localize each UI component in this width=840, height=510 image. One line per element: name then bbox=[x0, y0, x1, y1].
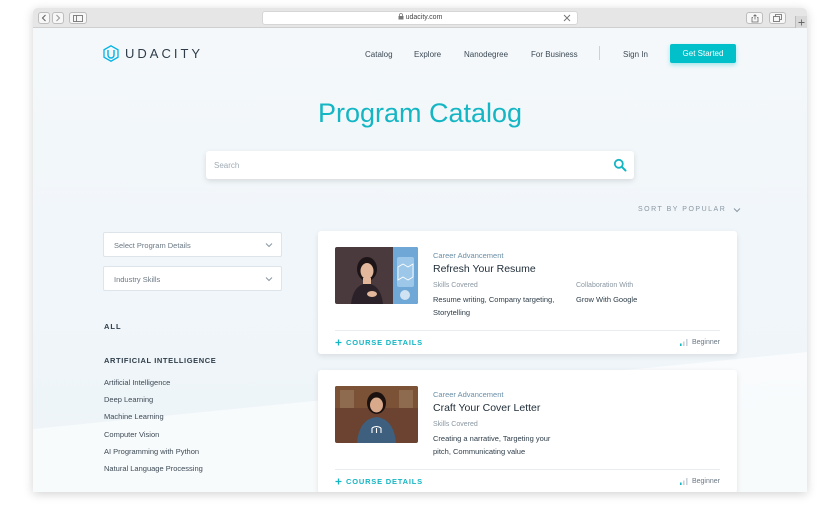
category-item[interactable]: Natural Language Processing bbox=[104, 464, 203, 481]
card-divider bbox=[335, 330, 720, 331]
collaboration-label: Collaboration With bbox=[576, 282, 634, 289]
level-label: Beginner bbox=[691, 478, 720, 485]
nav-explore[interactable]: Explore bbox=[414, 50, 441, 59]
course-details-button[interactable]: COURSE DETAILS bbox=[335, 338, 423, 347]
browser-window: udacity.com UDACITY Catalog Explore Nano… bbox=[33, 8, 807, 492]
back-button[interactable] bbox=[38, 12, 50, 24]
skills-label: Skills Covered bbox=[433, 282, 478, 289]
skills-line: Resume writing, Company targeting, bbox=[433, 295, 555, 304]
browser-titlebar: udacity.com bbox=[33, 8, 807, 28]
url-label: udacity.com bbox=[405, 14, 443, 21]
course-category: Career Advancement bbox=[433, 390, 504, 399]
category-item[interactable]: Computer Vision bbox=[104, 430, 203, 447]
tabs-button[interactable] bbox=[769, 12, 786, 24]
get-started-button[interactable]: Get Started bbox=[670, 44, 736, 63]
course-category: Career Advancement bbox=[433, 251, 504, 260]
skills-value: Creating a narrative, Targeting your pit… bbox=[433, 433, 563, 458]
chevron-left-icon bbox=[41, 14, 46, 22]
level-bars-icon bbox=[679, 478, 688, 485]
chevron-down-icon bbox=[265, 243, 273, 248]
sidebar-icon bbox=[73, 14, 83, 22]
chevron-right-icon bbox=[56, 14, 61, 22]
industry-skills-select[interactable]: Industry Skills bbox=[103, 266, 282, 291]
category-list: Artificial Intelligence Deep Learning Ma… bbox=[104, 378, 203, 481]
industry-skills-label: Industry Skills bbox=[114, 275, 161, 284]
close-icon[interactable] bbox=[562, 13, 572, 23]
program-details-label: Select Program Details bbox=[114, 241, 191, 250]
chevron-down-icon bbox=[733, 207, 741, 212]
nav-nanodegree[interactable]: Nanodegree bbox=[464, 50, 508, 59]
tabs-icon bbox=[773, 14, 782, 22]
course-card[interactable]: Career Advancement Craft Your Cover Lett… bbox=[318, 370, 737, 492]
program-details-select[interactable]: Select Program Details bbox=[103, 232, 282, 257]
address-bar[interactable]: udacity.com bbox=[262, 11, 578, 25]
course-details-button[interactable]: COURSE DETAILS bbox=[335, 477, 423, 486]
sidebar-toggle-button[interactable] bbox=[69, 12, 87, 24]
new-tab-button[interactable] bbox=[795, 16, 807, 28]
instructor-video-image bbox=[335, 386, 418, 443]
sort-label: SORT BY POPULAR bbox=[638, 206, 727, 213]
course-thumbnail[interactable] bbox=[335, 386, 418, 443]
instructor-video-image bbox=[335, 247, 418, 304]
brand-name: UDACITY bbox=[125, 46, 204, 61]
collaboration-value: Grow With Google bbox=[576, 295, 638, 304]
nav-for-business[interactable]: For Business bbox=[531, 50, 578, 59]
search-input[interactable] bbox=[214, 159, 594, 171]
share-icon bbox=[751, 13, 758, 22]
category-all[interactable]: ALL bbox=[104, 322, 122, 331]
category-section-title[interactable]: ARTIFICIAL INTELLIGENCE bbox=[104, 356, 216, 365]
category-item[interactable]: Deep Learning bbox=[104, 395, 203, 412]
search-box bbox=[206, 151, 634, 179]
course-title[interactable]: Craft Your Cover Letter bbox=[433, 402, 540, 414]
chevron-down-icon bbox=[265, 277, 273, 282]
page-title: Program Catalog bbox=[317, 98, 523, 128]
search-icon[interactable] bbox=[613, 158, 627, 172]
nav-catalog[interactable]: Catalog bbox=[365, 50, 393, 59]
category-item[interactable]: Machine Learning bbox=[104, 412, 203, 429]
course-card[interactable]: Career Advancement Refresh Your Resume S… bbox=[318, 231, 737, 354]
category-item[interactable]: Artificial Intelligence bbox=[104, 378, 203, 395]
level-bars-icon bbox=[679, 339, 688, 346]
course-details-label: COURSE DETAILS bbox=[346, 477, 423, 486]
course-thumbnail[interactable] bbox=[335, 247, 418, 304]
difficulty-level: Beginner bbox=[679, 339, 720, 346]
course-title[interactable]: Refresh Your Resume bbox=[433, 263, 536, 275]
udacity-logo[interactable]: UDACITY bbox=[103, 45, 203, 62]
skills-value: Resume writing, Company targeting, Story… bbox=[433, 294, 563, 319]
card-divider bbox=[335, 469, 720, 470]
udacity-logo-icon bbox=[103, 45, 119, 62]
skills-label: Skills Covered bbox=[433, 421, 478, 428]
difficulty-level: Beginner bbox=[679, 478, 720, 485]
plus-icon bbox=[798, 19, 805, 25]
address-text: udacity.com bbox=[263, 13, 577, 21]
sign-in-link[interactable]: Sign In bbox=[623, 50, 648, 59]
page-content: UDACITY Catalog Explore Nanodegree For B… bbox=[33, 28, 807, 492]
skills-line: Storytelling bbox=[433, 307, 471, 317]
nav-divider bbox=[599, 46, 600, 60]
share-button[interactable] bbox=[746, 12, 763, 24]
skills-line: Creating a narrative, Targeting your bbox=[433, 434, 551, 443]
plus-icon bbox=[335, 478, 342, 485]
category-item[interactable]: AI Programming with Python bbox=[104, 447, 203, 464]
course-details-label: COURSE DETAILS bbox=[346, 338, 423, 347]
plus-icon bbox=[335, 339, 342, 346]
sort-dropdown[interactable]: SORT BY POPULAR bbox=[638, 206, 741, 213]
level-label: Beginner bbox=[691, 339, 720, 346]
forward-button[interactable] bbox=[52, 12, 64, 24]
lock-icon bbox=[398, 13, 404, 20]
skills-line: pitch, Communicating value bbox=[433, 446, 526, 456]
